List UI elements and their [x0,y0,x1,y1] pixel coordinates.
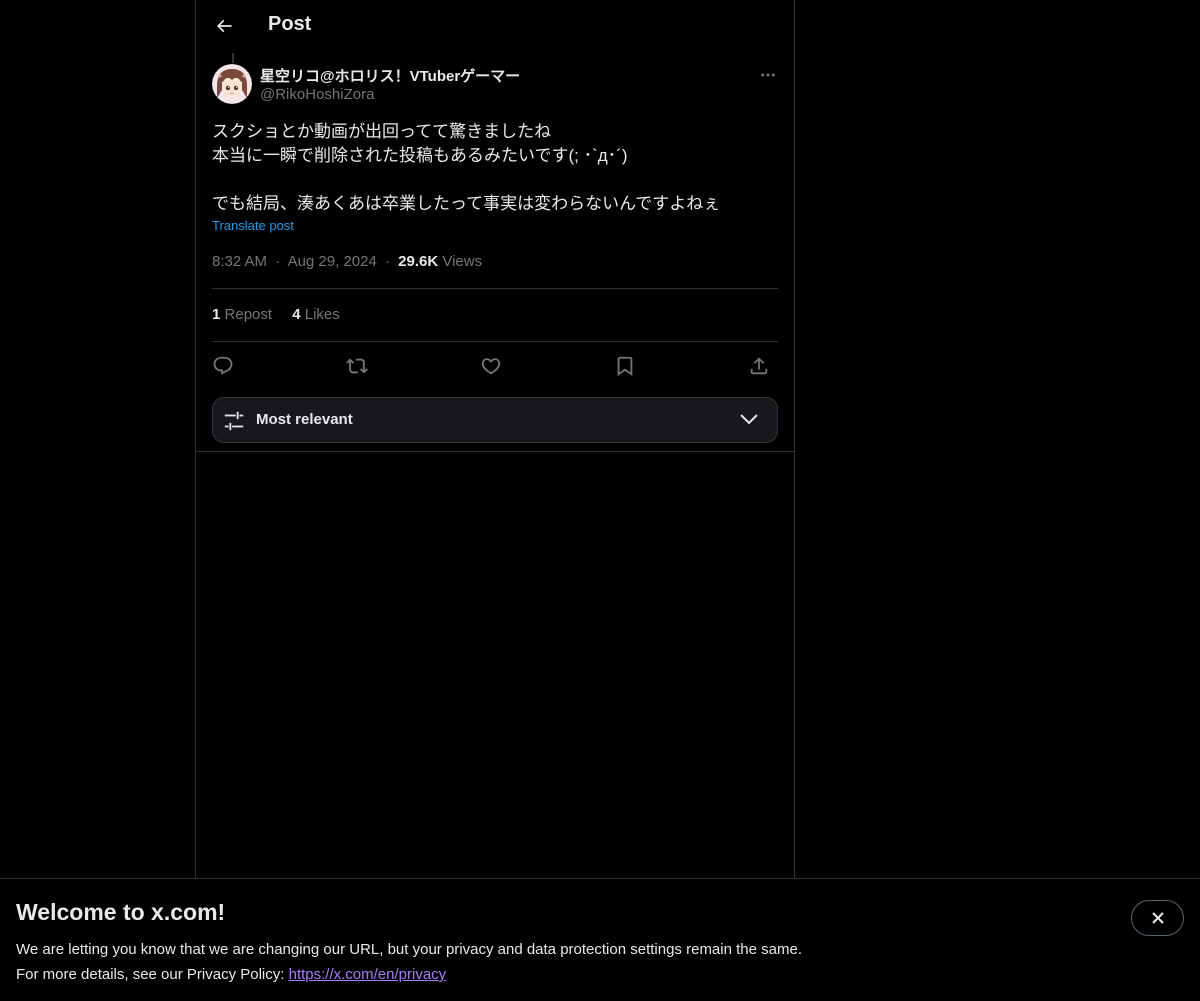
post-text-line: でも結局、湊あくあは卒業したって事実は変わらないんですよねぇ [212,194,721,213]
meta-separator: · [384,253,390,270]
post-date[interactable]: Aug 29, 2024 [288,253,377,270]
share-icon [750,357,768,375]
avatar-image [212,64,252,104]
banner-text: We are letting you know that we are chan… [16,937,802,987]
header: Post [196,0,794,53]
translate-post-link[interactable]: Translate post [212,218,294,233]
retweet-icon [346,358,368,374]
url-change-banner: Welcome to x.com! We are letting you kno… [0,878,1200,1001]
banner-line-2: For more details, see our Privacy Policy… [16,962,802,987]
privacy-policy-link[interactable]: https://x.com/en/privacy [289,966,447,983]
meta-separator: · [275,253,281,270]
banner-line-1: We are letting you know that we are chan… [16,941,802,958]
post-text-line [212,168,772,192]
share-button[interactable] [744,352,774,380]
divider [196,451,794,452]
views-count: 29.6K [398,253,439,270]
engagement-stats: 1 Repost 4 Likes [212,306,356,323]
post-text-line: 本当に一瞬で削除された投稿もあるみたいです(; ･`д･´) [212,146,628,165]
close-icon [1151,912,1164,924]
banner-close-button[interactable] [1131,900,1184,936]
sort-label: Most relevant [256,411,353,428]
sort-icon-wrap [223,410,245,432]
reposts-count: 1 [212,306,221,323]
like-icon [481,358,501,375]
more-options-button[interactable] [754,64,782,86]
avatar[interactable] [212,64,252,104]
post-time[interactable]: 8:32 AM [212,253,267,270]
retweet-button[interactable] [342,352,372,380]
sliders-icon [224,411,244,431]
chevron-wrap [739,412,759,426]
chevron-down-icon [740,414,758,425]
back-arrow-icon [216,19,232,33]
banner-title: Welcome to x.com! [16,899,226,925]
reposts-stat[interactable]: 1 Repost [212,306,272,323]
bookmark-button[interactable] [610,352,640,380]
like-button[interactable] [476,352,506,380]
primary-column: Post 星空リコ@ホロリス！VTuberゲーマー @RikoHoshiZora… [195,0,795,880]
post-meta: 8:32 AM · Aug 29, 2024 · 29.6K Views [212,253,482,270]
divider [212,288,778,289]
likes-count: 4 [292,306,301,323]
author-handle[interactable]: @RikoHoshiZora [260,86,374,103]
author-display-name[interactable]: 星空リコ@ホロリス！VTuberゲーマー [260,65,520,86]
views-label: Views [442,253,483,270]
action-bar [212,352,778,380]
post-text: スクショとか動画が出回ってて驚きましたね 本当に一瞬で削除された投稿もあるみたい… [212,120,772,216]
reply-icon [213,356,233,375]
reply-sort-dropdown[interactable]: Most relevant [212,397,778,443]
likes-stat[interactable]: 4 Likes [292,306,340,323]
more-dots-icon [761,73,775,77]
back-button[interactable] [206,8,242,44]
bookmark-icon [617,356,633,377]
reposts-label: Repost [224,306,273,323]
post-text-line: スクショとか動画が出回ってて驚きましたね [212,122,552,141]
divider [212,341,778,342]
page-title: Post [268,13,312,35]
likes-label: Likes [304,306,340,323]
banner-line-2-prefix: For more details, see our Privacy Policy… [16,966,285,983]
thread-connector-line [232,53,234,63]
reply-button[interactable] [208,352,238,380]
